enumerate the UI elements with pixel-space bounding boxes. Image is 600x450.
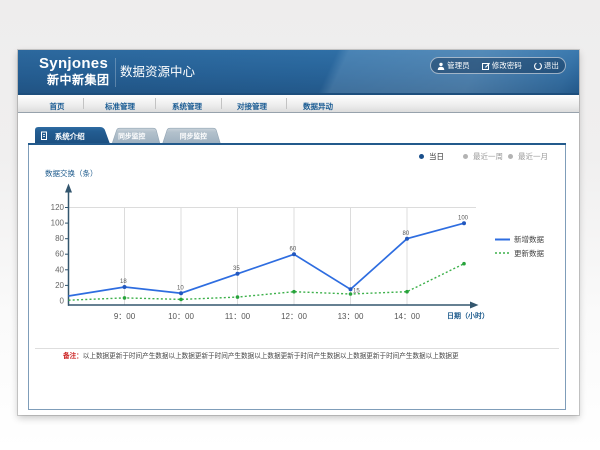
svg-text:80: 80 bbox=[55, 234, 64, 243]
svg-text:80: 80 bbox=[403, 231, 410, 237]
svg-text:100: 100 bbox=[458, 216, 469, 222]
svg-text:15: 15 bbox=[353, 289, 360, 295]
svg-text:同步监控: 同步监控 bbox=[180, 132, 207, 141]
svg-text:10：00: 10：00 bbox=[168, 312, 194, 321]
svg-text:13：00: 13：00 bbox=[338, 312, 364, 321]
svg-text:0: 0 bbox=[60, 297, 65, 306]
svg-text:11：00: 11：00 bbox=[225, 312, 251, 321]
svg-text:100: 100 bbox=[51, 219, 65, 228]
svg-text:12：00: 12：00 bbox=[281, 312, 307, 321]
svg-text:10: 10 bbox=[177, 286, 184, 292]
svg-text:20: 20 bbox=[55, 281, 64, 290]
svg-text:35: 35 bbox=[233, 266, 240, 272]
svg-text:同步监控: 同步监控 bbox=[118, 132, 145, 141]
svg-text:9：00: 9：00 bbox=[114, 312, 136, 321]
svg-text:120: 120 bbox=[51, 203, 65, 212]
svg-text:18: 18 bbox=[120, 279, 127, 285]
svg-text:60: 60 bbox=[55, 250, 64, 259]
svg-text:系统介绍: 系统介绍 bbox=[55, 131, 85, 141]
svg-text:14：00: 14：00 bbox=[394, 312, 420, 321]
svg-text:60: 60 bbox=[290, 247, 297, 253]
svg-text:40: 40 bbox=[55, 265, 64, 274]
